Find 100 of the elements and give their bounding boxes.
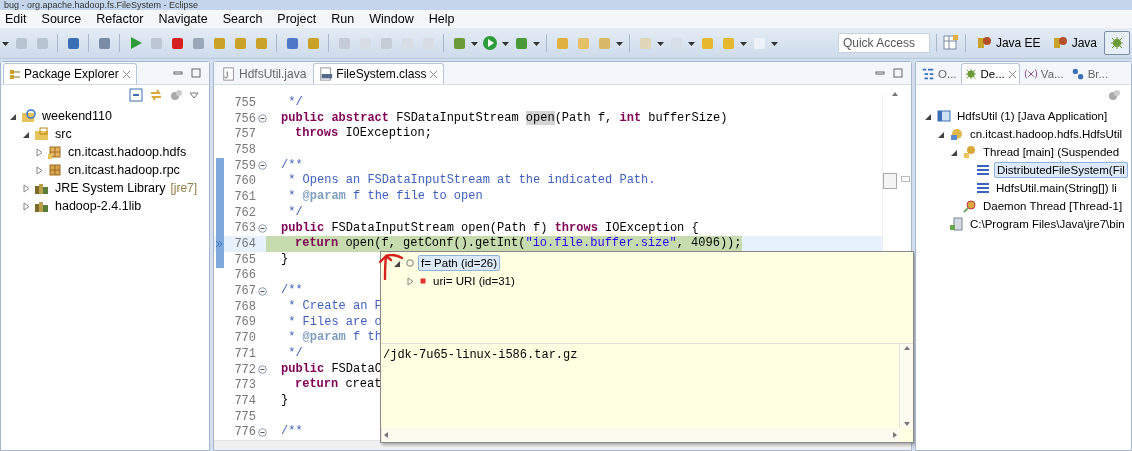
scroll-arrow-icon[interactable] [891,90,899,98]
tree-item[interactable]: src [53,126,74,142]
view-tab[interactable]: Br... [1067,63,1112,84]
code-line: */ [287,95,303,111]
fold-icon[interactable] [257,223,267,233]
horizontal-scrollbar[interactable] [381,428,899,442]
tree-item[interactable]: hadoop-2.4.1lib [53,198,144,214]
stack-frame-icon [975,162,991,178]
menu-item[interactable]: Navigate [158,12,208,26]
open-perspective-icon[interactable] [942,35,959,51]
collapse-all-icon[interactable] [129,88,143,102]
tree-item[interactable]: C:\Program Files\Java\jre7\bin [968,217,1127,231]
line-number: 766 [233,268,256,283]
perspective-button[interactable]: Java [1047,32,1101,54]
minimize-icon[interactable] [875,68,885,78]
tree-item[interactable]: HdfsUtil.main(String[]) li [994,181,1119,195]
code-line: } [281,251,289,268]
perspective-button[interactable] [1104,31,1130,55]
line-number: 764 [233,237,256,252]
fold-icon[interactable] [257,161,267,171]
perspective-icon [1051,35,1068,51]
tree-item[interactable]: uri= URI (id=31) [431,274,517,288]
code-line: /** [281,424,303,441]
collapsed-twisty-icon[interactable] [22,201,31,211]
line-number: 769 [233,315,256,330]
menu-item[interactable]: Source [41,12,82,26]
code-line: public abstract FSDataInputStream open(Path f, int bufferSize) [281,110,728,127]
perspective-button[interactable]: Java EE [971,32,1045,54]
line-number: 758 [233,142,256,157]
link-editor-icon[interactable] [149,88,163,102]
editor-tab[interactable]: FileSystem.class [313,63,445,84]
tree-item[interactable]: weekend110 [40,108,114,124]
code-line: * @param f the file to open [287,189,483,205]
tree-item[interactable]: Thread [main] (Suspended [981,145,1122,159]
tree-item[interactable]: JRE System Library [53,180,168,196]
tree-item[interactable]: cn.itcast.hadoop.hdfs.HdfsUtil [968,127,1125,141]
tree-item[interactable]: HdfsUtil (1) [Java Application] [955,109,1110,123]
scroll-thumb[interactable] [883,173,897,189]
stack-frame-icon [975,180,991,196]
field-icon [418,276,428,286]
line-number: 775 [233,409,256,424]
tree-item[interactable]: Daemon Thread [Thread-1] [981,199,1125,213]
minimize-icon[interactable] [173,68,183,78]
code-line: throws IOException; [294,126,432,143]
tree-item[interactable]: f= Path (id=26) [418,255,501,271]
menu-item[interactable]: Project [277,12,317,26]
code-line: public FSDataInputStream open(Path f) throws IOException { [281,220,699,237]
line-number: 757 [233,127,256,142]
detail-text: /jdk-7u65-linux-i586.tar.gz [382,347,579,364]
gears-icon[interactable] [169,88,183,102]
line-number: 767 [233,284,256,299]
line-number: 772 [233,362,256,377]
collapsed-twisty-icon[interactable] [35,147,44,157]
close-icon[interactable] [1007,69,1017,79]
line-number: 768 [233,299,256,314]
view-tab[interactable]: Va... [1020,63,1067,84]
outline-icon [921,67,935,81]
fold-icon[interactable] [257,286,267,296]
instruction-pointer-icon [215,240,223,249]
tree-item[interactable]: cn.itcast.hadoop.hdfs [66,144,189,160]
menu-item[interactable]: Run [331,12,355,26]
source-folder-icon [34,126,50,142]
collapsed-twisty-icon[interactable] [22,183,31,193]
process-icon [949,216,965,232]
scroll-arrow-icon[interactable] [382,431,390,439]
maximize-icon[interactable] [191,68,201,78]
annotation-marker[interactable] [901,176,910,182]
code-line: * Opens an FSDataInputStream at the indicated Path. [287,173,656,190]
line-number: 760 [233,174,256,189]
java-file-icon [222,67,236,81]
view-tab[interactable]: O... [918,63,960,84]
collapsed-twisty-icon[interactable] [35,165,44,175]
stop-icon[interactable] [169,35,185,51]
menu-item[interactable]: Search [222,12,263,26]
view-tab[interactable]: Package Explorer [3,63,137,84]
view-tab[interactable]: De... [960,63,1020,84]
collapsed-twisty-icon[interactable] [406,276,415,286]
code-line: /** [281,283,303,299]
package-icon [47,144,63,160]
package-explorer-icon [9,68,21,80]
editor-tab[interactable]: HdfsUtil.java [216,63,313,84]
vertical-scrollbar[interactable] [899,344,913,428]
menu-item[interactable]: Refactor [96,12,144,26]
menu-item[interactable]: Window [369,12,414,26]
gears-icon[interactable] [1107,88,1121,102]
close-icon[interactable] [121,69,131,79]
scroll-arrow-icon[interactable] [902,344,911,352]
view-menu-icon[interactable] [189,90,199,100]
tree-item[interactable]: DistributedFileSystem(Fil [994,162,1128,178]
fold-icon[interactable] [257,365,267,375]
fold-icon[interactable] [257,114,267,124]
maximize-icon[interactable] [893,68,903,78]
menu-item[interactable]: Edit [5,12,27,26]
menu-item[interactable]: Help [428,12,455,26]
line-number: 763 [233,221,256,236]
fold-icon[interactable] [257,427,267,437]
quick-access-field[interactable]: Quick Access [837,33,930,53]
line-number: 774 [233,393,256,408]
close-icon[interactable] [429,69,439,79]
tree-item[interactable]: cn.itcast.hadoop.rpc [66,162,182,178]
